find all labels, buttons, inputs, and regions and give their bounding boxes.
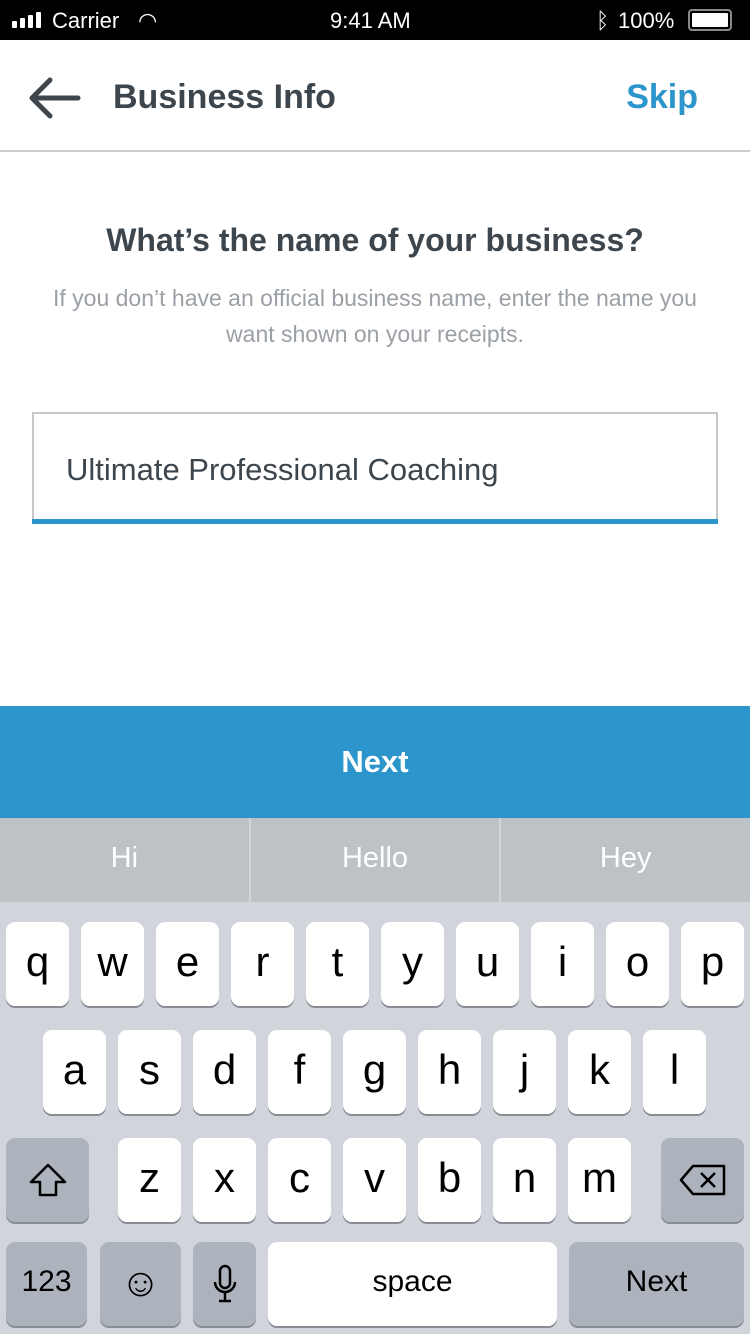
back-arrow-icon[interactable]	[28, 76, 84, 120]
page-title: Business Info	[113, 78, 336, 116]
suggestion[interactable]: Hello	[251, 818, 502, 902]
bluetooth-icon: ᛒ	[596, 8, 610, 33]
numbers-key[interactable]: 123	[6, 1242, 87, 1326]
delete-key[interactable]	[661, 1138, 744, 1222]
carrier: Carrier	[52, 8, 120, 33]
key-m[interactable]: m	[568, 1138, 631, 1222]
key-v[interactable]: v	[343, 1138, 406, 1222]
key-o[interactable]: o	[606, 922, 669, 1006]
suggestion-bar: Hi Hello Hey	[0, 818, 750, 902]
key-q[interactable]: q	[6, 922, 69, 1006]
key-c[interactable]: c	[268, 1138, 331, 1222]
key-a[interactable]: a	[43, 1030, 106, 1114]
clock: 9:41 AM	[330, 8, 411, 33]
key-p[interactable]: p	[681, 922, 744, 1006]
next-button[interactable]: Next	[0, 706, 750, 818]
key-f[interactable]: f	[268, 1030, 331, 1114]
dictation-key[interactable]	[193, 1242, 256, 1326]
question-heading: What’s the name of your business?	[106, 222, 644, 258]
battery-icon	[688, 9, 732, 31]
space-key[interactable]: space	[268, 1242, 557, 1326]
signal-icon	[12, 12, 41, 28]
key-u[interactable]: u	[456, 922, 519, 1006]
hint-text: If you don’t have an official business n…	[53, 285, 697, 347]
key-g[interactable]: g	[343, 1030, 406, 1114]
skip-button[interactable]: Skip	[626, 78, 698, 117]
return-key[interactable]: Next	[569, 1242, 744, 1326]
emoji-icon: ☺	[120, 1261, 161, 1305]
key-l[interactable]: l	[643, 1030, 706, 1114]
shift-key[interactable]	[6, 1138, 89, 1222]
key-b[interactable]: b	[418, 1138, 481, 1222]
input-underline	[32, 519, 718, 524]
key-x[interactable]: x	[193, 1138, 256, 1222]
key-i[interactable]: i	[531, 922, 594, 1006]
shift-icon	[29, 1163, 66, 1197]
key-d[interactable]: d	[193, 1030, 256, 1114]
key-j[interactable]: j	[493, 1030, 556, 1114]
key-h[interactable]: h	[418, 1030, 481, 1114]
wifi-icon: ◠	[138, 8, 158, 33]
key-w[interactable]: w	[81, 922, 144, 1006]
emoji-key[interactable]: ☺	[100, 1242, 181, 1326]
key-r[interactable]: r	[231, 922, 294, 1006]
business-name-value[interactable]: Ultimate Professional Coaching	[66, 452, 499, 488]
key-s[interactable]: s	[118, 1030, 181, 1114]
nav-bar: Business Info Skip	[0, 40, 750, 152]
microphone-icon	[213, 1264, 236, 1303]
key-k[interactable]: k	[568, 1030, 631, 1114]
business-name-input[interactable]: Ultimate Professional Coaching	[32, 412, 718, 524]
battery-percent: 100%	[618, 8, 675, 33]
status-bar: Carrier ◠ 9:41 AM ᛒ 100%	[0, 0, 750, 40]
key-z[interactable]: z	[118, 1138, 181, 1222]
key-e[interactable]: e	[156, 922, 219, 1006]
suggestion[interactable]: Hey	[501, 818, 750, 902]
key-n[interactable]: n	[493, 1138, 556, 1222]
suggestion[interactable]: Hi	[0, 818, 251, 902]
backspace-icon	[679, 1164, 725, 1196]
keyboard: 123 ☺ space Next qwertyuiop asdfghjkl zxcv…	[0, 902, 750, 1334]
key-y[interactable]: y	[381, 922, 444, 1006]
key-t[interactable]: t	[306, 922, 369, 1006]
